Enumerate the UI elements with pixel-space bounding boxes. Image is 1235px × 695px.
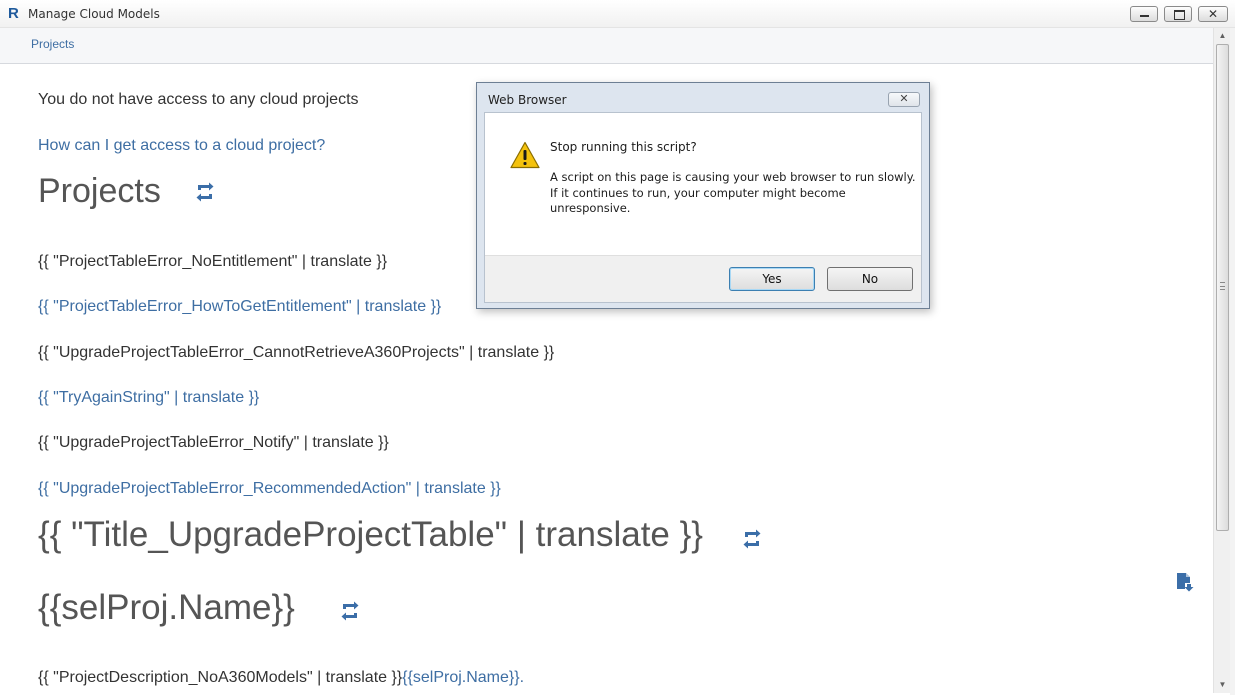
no-button[interactable]: No bbox=[827, 267, 913, 291]
scrollbar-thumb[interactable] bbox=[1216, 44, 1229, 531]
close-icon: ✕ bbox=[1207, 7, 1219, 21]
try-again-link[interactable]: {{ "TryAgainString" | translate }} bbox=[38, 389, 259, 407]
dialog-close-button[interactable]: ✕ bbox=[888, 92, 920, 107]
scrollbar-grip-icon bbox=[1220, 282, 1225, 290]
scroll-up-arrow-icon[interactable]: ▲ bbox=[1214, 28, 1231, 44]
upgrade-table-heading: {{ "Title_UpgradeProjectTable" | transla… bbox=[38, 515, 703, 554]
selected-project-heading: {{selProj.Name}} bbox=[38, 588, 295, 627]
upgrade-notify-text: {{ "UpgradeProjectTableError_Notify" | t… bbox=[38, 434, 389, 451]
dialog-message: A script on this page is causing your we… bbox=[550, 170, 916, 217]
maximize-button[interactable] bbox=[1164, 6, 1192, 22]
dialog-body: Stop running this script? A script on th… bbox=[484, 112, 922, 303]
description-project-link[interactable]: {{selProj.Name}}. bbox=[402, 669, 524, 686]
window-border bbox=[1230, 28, 1235, 695]
no-access-message: You do not have access to any cloud proj… bbox=[38, 91, 359, 108]
dialog-heading: Stop running this script? bbox=[550, 140, 697, 154]
window-title: Manage Cloud Models bbox=[28, 7, 160, 21]
minimize-button[interactable] bbox=[1130, 6, 1158, 22]
how-access-link[interactable]: How can I get access to a cloud project? bbox=[38, 137, 325, 155]
refresh-projects-icon[interactable] bbox=[193, 181, 217, 203]
error-no-entitlement: {{ "ProjectTableError_NoEntitlement" | t… bbox=[38, 253, 388, 270]
vertical-scrollbar[interactable]: ▲ ▼ bbox=[1213, 28, 1230, 693]
yes-button[interactable]: Yes bbox=[729, 267, 815, 291]
error-how-to-link[interactable]: {{ "ProjectTableError_HowToGetEntitlemen… bbox=[38, 298, 441, 316]
error-cannot-retrieve: {{ "UpgradeProjectTableError_CannotRetri… bbox=[38, 344, 555, 361]
close-button[interactable]: ✕ bbox=[1198, 6, 1228, 22]
dialog-message-line: If it continues to run, your computer mi… bbox=[550, 185, 846, 200]
projects-heading: Projects bbox=[38, 172, 161, 210]
dialog-close-icon: ✕ bbox=[899, 93, 909, 105]
window-title-bar: R Manage Cloud Models ✕ bbox=[0, 0, 1235, 28]
upgrade-recommended-link[interactable]: {{ "UpgradeProjectTableError_Recommended… bbox=[38, 480, 501, 498]
dialog-message-line: unresponsive. bbox=[550, 201, 631, 215]
script-warning-dialog: Web Browser ✕ Stop running this script? … bbox=[476, 82, 930, 309]
warning-icon bbox=[510, 141, 540, 169]
project-description: {{ "ProjectDescription_NoA360Models" | t… bbox=[38, 669, 524, 687]
dialog-message-line: A script on this page is causing your we… bbox=[550, 170, 916, 184]
refresh-selected-project-icon[interactable] bbox=[338, 600, 362, 622]
breadcrumb-projects-link[interactable]: Projects bbox=[31, 37, 74, 51]
scroll-down-arrow-icon[interactable]: ▼ bbox=[1214, 677, 1231, 693]
refresh-upgrade-icon[interactable] bbox=[740, 528, 764, 550]
description-text: {{ "ProjectDescription_NoA360Models" | t… bbox=[38, 669, 403, 686]
dialog-title: Web Browser bbox=[488, 93, 567, 107]
revit-app-icon: R bbox=[8, 5, 19, 22]
breadcrumb: Projects bbox=[0, 28, 1213, 64]
document-download-icon[interactable] bbox=[1176, 572, 1194, 592]
